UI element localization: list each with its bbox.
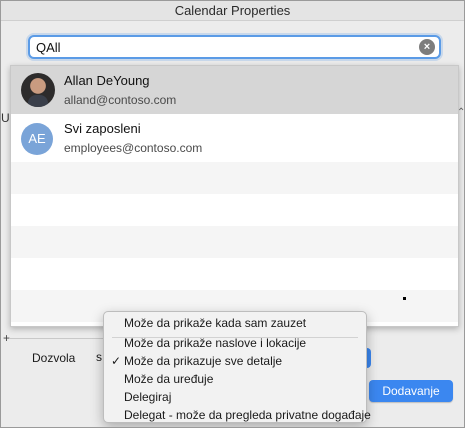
checkmark-icon: ✓	[111, 354, 122, 368]
menu-item-edit[interactable]: Može da uređuje	[104, 371, 366, 388]
result-row-employees[interactable]: AE Svi zaposleni employees@contoso.com	[11, 114, 458, 162]
background-fragment: U	[1, 111, 10, 125]
empty-row	[11, 162, 458, 194]
result-row-allan[interactable]: Allan DeYoung alland@contoso.com	[11, 66, 458, 114]
menu-item-label: Može da prikazuje sve detalje	[124, 354, 283, 368]
calendar-properties-window: Calendar Properties U ⌃ + Dozvola s Doda…	[0, 0, 465, 428]
add-row-icon[interactable]: +	[3, 331, 10, 345]
permission-select-fragment[interactable]: s	[96, 350, 102, 364]
search-input[interactable]	[36, 39, 416, 55]
result-email: employees@contoso.com	[64, 141, 203, 155]
search-field[interactable]: ×	[28, 35, 441, 59]
menu-item-all-details[interactable]: ✓ Može da prikazuje sve detalje	[104, 353, 366, 370]
result-name: Svi zaposleni	[64, 121, 141, 136]
divider	[10, 338, 103, 339]
empty-row	[11, 194, 458, 226]
search-results-list: Allan DeYoung alland@contoso.com AE Svi …	[10, 65, 459, 327]
permission-label: Dozvola	[32, 351, 76, 365]
window-title: Calendar Properties	[1, 1, 464, 21]
menu-item-delegate-private[interactable]: Delegat - može da pregleda privatne doga…	[104, 407, 371, 424]
menu-item-delegate[interactable]: Delegiraj	[104, 389, 366, 406]
result-name: Allan DeYoung	[64, 73, 150, 88]
menu-item-busy[interactable]: Može da prikaže kada sam zauzet	[104, 315, 366, 332]
clear-circle-icon[interactable]: ×	[419, 39, 435, 55]
add-button[interactable]: Dodavanje	[369, 380, 453, 402]
empty-row	[11, 258, 458, 290]
cursor-dot	[403, 297, 406, 300]
menu-item-titles-locations[interactable]: Može da prikaže naslove i lokacije	[104, 335, 366, 352]
avatar	[21, 73, 55, 107]
avatar: AE	[21, 123, 53, 155]
result-email: alland@contoso.com	[64, 93, 177, 107]
permission-menu: Može da prikaže kada sam zauzet Može da …	[103, 311, 371, 424]
empty-row	[11, 226, 458, 258]
